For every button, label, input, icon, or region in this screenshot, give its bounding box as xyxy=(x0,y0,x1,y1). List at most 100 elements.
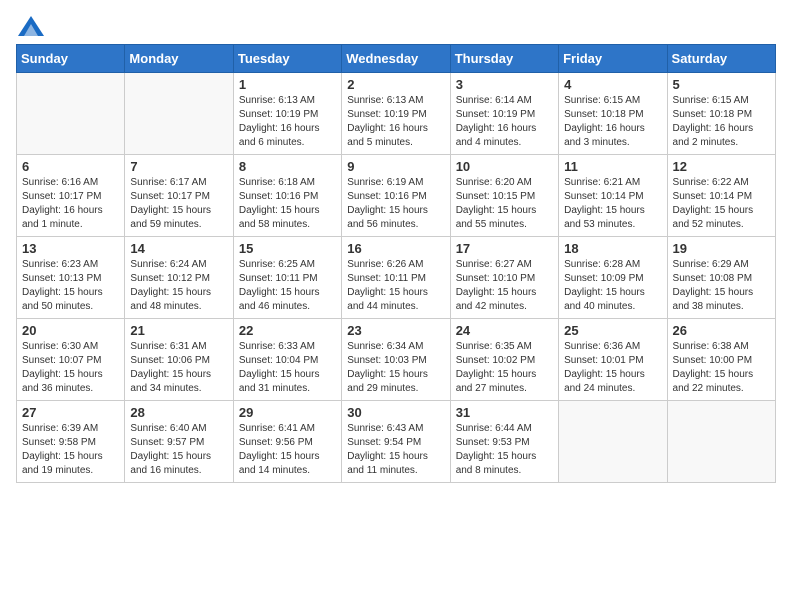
week-row-1: 1 Sunrise: 6:13 AM Sunset: 10:19 PM Dayli… xyxy=(17,73,776,155)
day-info: Sunrise: 6:43 AM Sunset: 9:54 PM Dayligh… xyxy=(347,422,444,478)
day-number: 21 xyxy=(130,323,227,338)
day-info: Sunrise: 6:25 AM Sunset: 10:11 PM Daylig… xyxy=(239,258,336,314)
week-row-5: 27Sunrise: 6:39 AM Sunset: 9:58 PM Dayli… xyxy=(17,401,776,483)
day-number: 22 xyxy=(239,323,336,338)
calendar-cell: 11 Sunrise: 6:21 AM Sunset: 10:14 PM Dayl… xyxy=(559,155,667,237)
day-number: 8 xyxy=(239,159,336,174)
day-number: 18 xyxy=(564,241,661,256)
calendar-cell: 18 Sunrise: 6:28 AM Sunset: 10:09 PM Dayl… xyxy=(559,237,667,319)
day-info: Sunrise: 6:38 AM Sunset: 10:00 PM Daylig… xyxy=(673,340,770,396)
day-number: 19 xyxy=(673,241,770,256)
calendar-cell: 13 Sunrise: 6:23 AM Sunset: 10:13 PM Dayl… xyxy=(17,237,125,319)
day-info: Sunrise: 6:34 AM Sunset: 10:03 PM Daylig… xyxy=(347,340,444,396)
day-info: Sunrise: 6:44 AM Sunset: 9:53 PM Dayligh… xyxy=(456,422,553,478)
week-row-2: 6 Sunrise: 6:16 AM Sunset: 10:17 PM Dayli… xyxy=(17,155,776,237)
day-info: Sunrise: 6:35 AM Sunset: 10:02 PM Daylig… xyxy=(456,340,553,396)
day-info: Sunrise: 6:40 AM Sunset: 9:57 PM Dayligh… xyxy=(130,422,227,478)
day-number: 16 xyxy=(347,241,444,256)
header-thursday: Thursday xyxy=(450,45,558,73)
day-number: 12 xyxy=(673,159,770,174)
calendar-cell: 16 Sunrise: 6:26 AM Sunset: 10:11 PM Dayl… xyxy=(342,237,450,319)
day-info: Sunrise: 6:15 AM Sunset: 10:18 PM Daylig… xyxy=(564,94,661,150)
day-number: 11 xyxy=(564,159,661,174)
day-number: 10 xyxy=(456,159,553,174)
logo xyxy=(16,16,44,32)
day-info: Sunrise: 6:18 AM Sunset: 10:16 PM Daylig… xyxy=(239,176,336,232)
day-number: 20 xyxy=(22,323,119,338)
day-number: 6 xyxy=(22,159,119,174)
calendar-cell: 26 Sunrise: 6:38 AM Sunset: 10:00 PM Dayl… xyxy=(667,319,775,401)
calendar-cell: 9 Sunrise: 6:19 AM Sunset: 10:16 PM Dayli… xyxy=(342,155,450,237)
calendar-cell: 19 Sunrise: 6:29 AM Sunset: 10:08 PM Dayl… xyxy=(667,237,775,319)
day-number: 17 xyxy=(456,241,553,256)
day-info: Sunrise: 6:23 AM Sunset: 10:13 PM Daylig… xyxy=(22,258,119,314)
calendar: SundayMondayTuesdayWednesdayThursdayFrid… xyxy=(16,44,776,483)
day-info: Sunrise: 6:17 AM Sunset: 10:17 PM Daylig… xyxy=(130,176,227,232)
day-number: 7 xyxy=(130,159,227,174)
day-info: Sunrise: 6:22 AM Sunset: 10:14 PM Daylig… xyxy=(673,176,770,232)
calendar-cell xyxy=(17,73,125,155)
calendar-cell: 22 Sunrise: 6:33 AM Sunset: 10:04 PM Dayl… xyxy=(233,319,341,401)
calendar-cell: 5 Sunrise: 6:15 AM Sunset: 10:18 PM Dayli… xyxy=(667,73,775,155)
day-number: 14 xyxy=(130,241,227,256)
day-number: 31 xyxy=(456,405,553,420)
calendar-cell: 8 Sunrise: 6:18 AM Sunset: 10:16 PM Dayli… xyxy=(233,155,341,237)
day-number: 28 xyxy=(130,405,227,420)
calendar-cell: 17 Sunrise: 6:27 AM Sunset: 10:10 PM Dayl… xyxy=(450,237,558,319)
day-info: Sunrise: 6:19 AM Sunset: 10:16 PM Daylig… xyxy=(347,176,444,232)
calendar-cell: 29Sunrise: 6:41 AM Sunset: 9:56 PM Dayli… xyxy=(233,401,341,483)
calendar-cell: 24 Sunrise: 6:35 AM Sunset: 10:02 PM Dayl… xyxy=(450,319,558,401)
calendar-cell: 21 Sunrise: 6:31 AM Sunset: 10:06 PM Dayl… xyxy=(125,319,233,401)
calendar-cell: 3Sunrise: 6:14 AM Sunset: 10:19 PM Dayli… xyxy=(450,73,558,155)
calendar-cell: 12 Sunrise: 6:22 AM Sunset: 10:14 PM Dayl… xyxy=(667,155,775,237)
day-info: Sunrise: 6:36 AM Sunset: 10:01 PM Daylig… xyxy=(564,340,661,396)
day-number: 15 xyxy=(239,241,336,256)
day-number: 23 xyxy=(347,323,444,338)
calendar-cell: 14 Sunrise: 6:24 AM Sunset: 10:12 PM Dayl… xyxy=(125,237,233,319)
day-info: Sunrise: 6:31 AM Sunset: 10:06 PM Daylig… xyxy=(130,340,227,396)
day-info: Sunrise: 6:26 AM Sunset: 10:11 PM Daylig… xyxy=(347,258,444,314)
calendar-cell: 10 Sunrise: 6:20 AM Sunset: 10:15 PM Dayl… xyxy=(450,155,558,237)
day-number: 9 xyxy=(347,159,444,174)
calendar-cell: 20 Sunrise: 6:30 AM Sunset: 10:07 PM Dayl… xyxy=(17,319,125,401)
calendar-cell: 31 Sunrise: 6:44 AM Sunset: 9:53 PM Dayli… xyxy=(450,401,558,483)
calendar-cell xyxy=(559,401,667,483)
day-info: Sunrise: 6:24 AM Sunset: 10:12 PM Daylig… xyxy=(130,258,227,314)
calendar-cell xyxy=(667,401,775,483)
day-number: 26 xyxy=(673,323,770,338)
logo-icon xyxy=(18,16,44,36)
day-number: 1 xyxy=(239,77,336,92)
header-monday: Monday xyxy=(125,45,233,73)
day-number: 4 xyxy=(564,77,661,92)
day-info: Sunrise: 6:29 AM Sunset: 10:08 PM Daylig… xyxy=(673,258,770,314)
week-row-3: 13 Sunrise: 6:23 AM Sunset: 10:13 PM Dayl… xyxy=(17,237,776,319)
day-number: 13 xyxy=(22,241,119,256)
calendar-cell: 28 Sunrise: 6:40 AM Sunset: 9:57 PM Dayli… xyxy=(125,401,233,483)
day-info: Sunrise: 6:16 AM Sunset: 10:17 PM Daylig… xyxy=(22,176,119,232)
day-info: Sunrise: 6:33 AM Sunset: 10:04 PM Daylig… xyxy=(239,340,336,396)
day-info: Sunrise: 6:13 AM Sunset: 10:19 PM Daylig… xyxy=(239,94,336,150)
day-info: Sunrise: 6:41 AM Sunset: 9:56 PM Dayligh… xyxy=(239,422,336,478)
day-info: Sunrise: 6:14 AM Sunset: 10:19 PM Daylig… xyxy=(456,94,553,150)
calendar-cell: 30 Sunrise: 6:43 AM Sunset: 9:54 PM Dayli… xyxy=(342,401,450,483)
day-info: Sunrise: 6:30 AM Sunset: 10:07 PM Daylig… xyxy=(22,340,119,396)
calendar-cell: 4 Sunrise: 6:15 AM Sunset: 10:18 PM Dayli… xyxy=(559,73,667,155)
day-info: Sunrise: 6:21 AM Sunset: 10:14 PM Daylig… xyxy=(564,176,661,232)
header-tuesday: Tuesday xyxy=(233,45,341,73)
day-number: 24 xyxy=(456,323,553,338)
day-info: Sunrise: 6:27 AM Sunset: 10:10 PM Daylig… xyxy=(456,258,553,314)
calendar-cell: 1 Sunrise: 6:13 AM Sunset: 10:19 PM Dayli… xyxy=(233,73,341,155)
calendar-cell: 7 Sunrise: 6:17 AM Sunset: 10:17 PM Dayli… xyxy=(125,155,233,237)
day-info: Sunrise: 6:15 AM Sunset: 10:18 PM Daylig… xyxy=(673,94,770,150)
day-number: 5 xyxy=(673,77,770,92)
header-saturday: Saturday xyxy=(667,45,775,73)
day-info: Sunrise: 6:20 AM Sunset: 10:15 PM Daylig… xyxy=(456,176,553,232)
calendar-cell xyxy=(125,73,233,155)
day-info: Sunrise: 6:28 AM Sunset: 10:09 PM Daylig… xyxy=(564,258,661,314)
day-number: 30 xyxy=(347,405,444,420)
day-info: Sunrise: 6:13 AM Sunset: 10:19 PM Daylig… xyxy=(347,94,444,150)
day-info: Sunrise: 6:39 AM Sunset: 9:58 PM Dayligh… xyxy=(22,422,119,478)
header-wednesday: Wednesday xyxy=(342,45,450,73)
calendar-cell: 23 Sunrise: 6:34 AM Sunset: 10:03 PM Dayl… xyxy=(342,319,450,401)
calendar-cell: 2Sunrise: 6:13 AM Sunset: 10:19 PM Dayli… xyxy=(342,73,450,155)
